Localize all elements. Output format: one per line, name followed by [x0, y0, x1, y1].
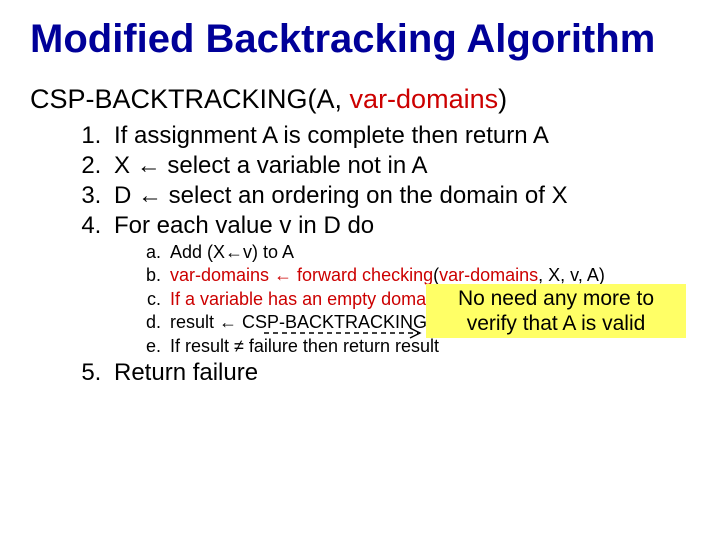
left-arrow-icon: ←: [225, 241, 243, 264]
callout-note: No need any more to verify that A is val…: [426, 284, 686, 338]
step2-pre: X: [114, 152, 137, 179]
left-arrow-icon: ←: [219, 311, 237, 334]
step3-pre: D: [114, 182, 138, 209]
sub-b-red1: var-domains ← forward checking: [170, 265, 433, 285]
step2-post: select a variable not in A: [161, 152, 428, 179]
step-3: D ← select an ordering on the domain of …: [108, 181, 690, 211]
step4-text: For each value v in D do: [114, 212, 374, 239]
slide-title: Modified Backtracking Algorithm: [30, 18, 690, 60]
step-2: X ← select a variable not in A: [108, 151, 690, 181]
callout-line1: No need any more to: [458, 287, 654, 310]
substep-a: Add (X←v) to A: [166, 241, 690, 264]
callout-line2: verify that A is valid: [467, 312, 646, 335]
left-arrow-icon: ←: [137, 151, 161, 181]
fn-arg-red: var-domains: [350, 84, 499, 114]
function-signature: CSP-BACKTRACKING(A, var-domains): [30, 84, 690, 115]
sub-a-post: v) to A: [243, 242, 294, 262]
step-5: Return failure: [108, 358, 690, 388]
step3-post: select an ordering on the domain of X: [162, 182, 568, 209]
left-arrow-icon: ←: [138, 181, 162, 211]
fn-close: ): [498, 84, 507, 114]
fn-name: CSP-BACKTRACKING(A,: [30, 84, 350, 114]
sub-d-pre: result: [170, 312, 219, 332]
sub-b-red2: var-domains: [439, 265, 538, 285]
sub-a-pre: Add (X: [170, 242, 225, 262]
step-1: If assignment A is complete then return …: [108, 121, 690, 151]
sub-b-tail: , X, v, A): [538, 265, 605, 285]
steps-list: If assignment A is complete then return …: [108, 121, 690, 388]
dashed-arrow-icon: [262, 326, 430, 340]
